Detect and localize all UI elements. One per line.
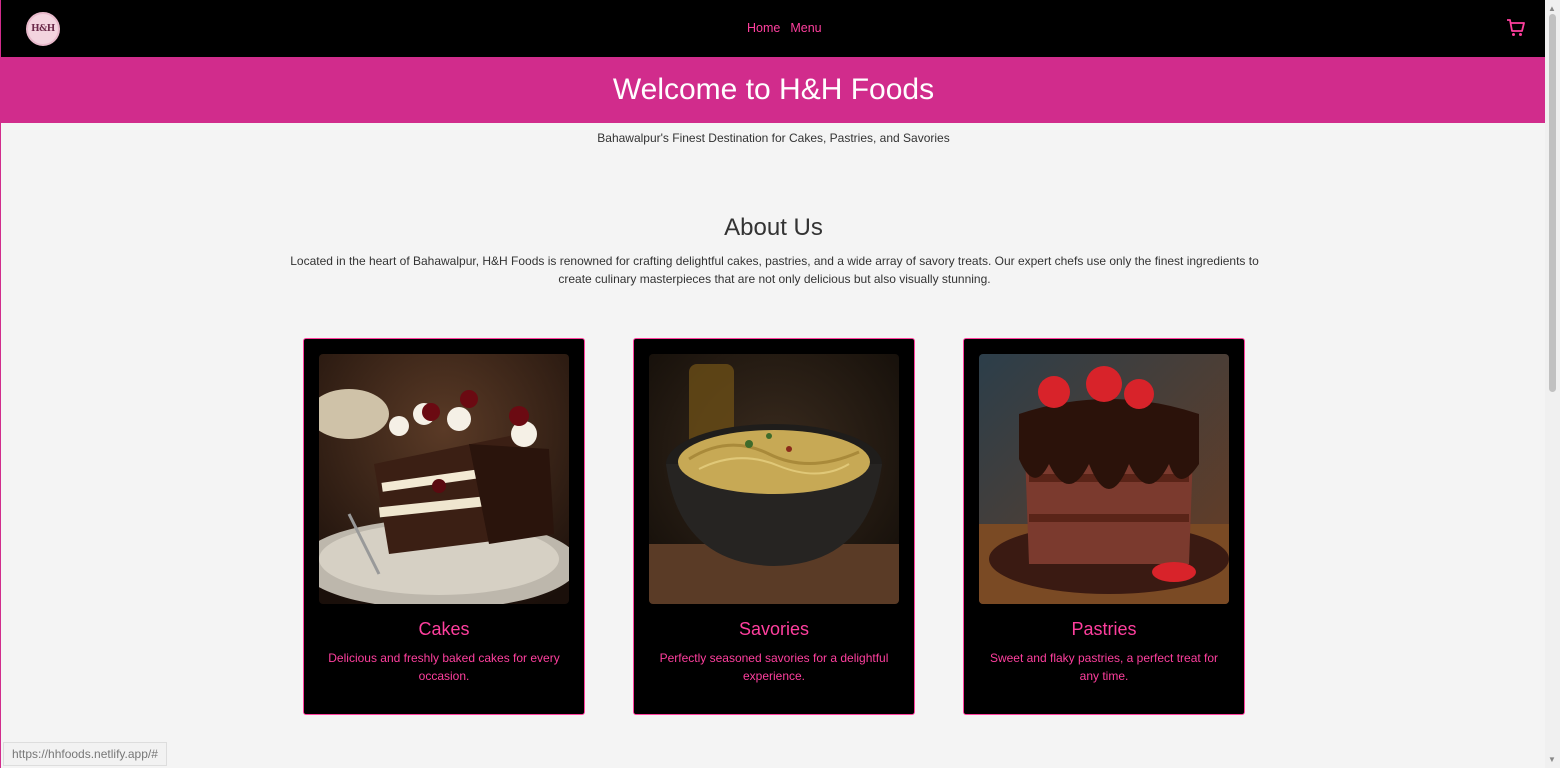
status-bar-url: https://hhfoods.netlify.app/# (3, 742, 167, 766)
card-description: Perfectly seasoned savories for a deligh… (659, 651, 889, 683)
logo[interactable]: H&H (26, 12, 60, 46)
about-title: About Us (724, 214, 823, 241)
card-title: Savories (738, 619, 810, 639)
scrollbar-thumb[interactable] (1549, 14, 1556, 392)
scroll-up-icon[interactable]: ▲ (1548, 4, 1556, 13)
nav-link-menu[interactable]: Menu (790, 21, 821, 35)
logo-text: H&H (31, 24, 55, 34)
vertical-scrollbar[interactable]: ▲ ▼ (1545, 0, 1560, 768)
card-description: Sweet and flaky pastries, a perfect trea… (989, 651, 1219, 683)
card-title: Pastries (1071, 619, 1137, 639)
scroll-down-icon[interactable]: ▼ (1548, 755, 1556, 764)
card-description: Delicious and freshly baked cakes for ev… (328, 651, 560, 683)
top-navbar: H&H Home Menu (1, 0, 1545, 57)
hero-title: Welcome to H&H Foods (612, 73, 935, 106)
about-text: Located in the heart of Bahawalpur, H&H … (290, 254, 1259, 286)
pasta-image (649, 354, 899, 604)
hero-banner: Welcome to H&H Foods (1, 57, 1545, 123)
nav-links: Home Menu (747, 21, 822, 35)
card-cakes[interactable]: Cakes Delicious and freshly baked cakes … (303, 338, 585, 715)
cake-image (319, 354, 569, 604)
page: H&H Home Menu Welcome to H&H Foods Bahaw… (0, 0, 1545, 768)
hero-tagline: Bahawalpur's Finest Destination for Cake… (597, 131, 950, 145)
card-savories[interactable]: Savories Perfectly seasoned savories for… (633, 338, 915, 715)
nav-link-home[interactable]: Home (747, 21, 780, 35)
card-title: Cakes (418, 619, 470, 639)
pastry-image (979, 354, 1229, 604)
card-pastries[interactable]: Pastries Sweet and flaky pastries, a per… (963, 338, 1245, 715)
cart-icon[interactable] (1506, 18, 1526, 38)
